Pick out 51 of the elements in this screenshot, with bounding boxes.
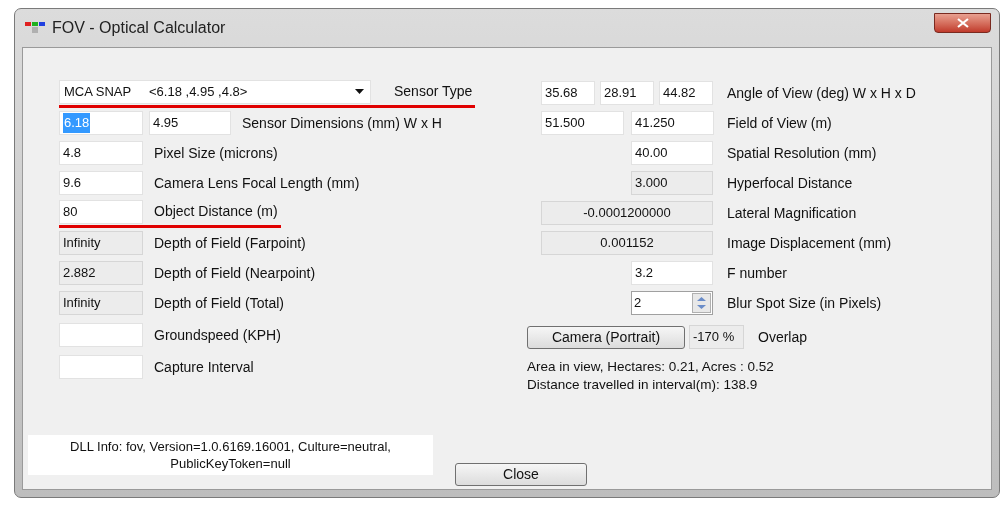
field-label: Blur Spot Size (in Pixels)	[727, 293, 882, 313]
field-label: Lateral Magnification	[727, 203, 857, 223]
camera-orientation-button[interactable]: Camera (Portrait)	[527, 325, 685, 349]
info-text: Distance travelled in interval(m): 138.9	[527, 376, 759, 394]
dll-info-text: DLL Info: fov, Version=1.0.6169.16001, Culture=neutral, PublicKeyToken=null	[28, 435, 433, 475]
info-text: Area in view, Hectares: 0.21, Acres : 0.52	[527, 358, 775, 376]
window-title: FOV - Optical Calculator	[52, 18, 226, 38]
input-field: -0.0001200000	[541, 201, 713, 225]
input-field[interactable]: 9.6	[59, 171, 143, 195]
input-field[interactable]	[59, 323, 143, 347]
field-label: Pixel Size (microns)	[154, 143, 278, 163]
field-label: Depth of Field (Nearpoint)	[154, 263, 316, 283]
input-field: Infinity	[59, 291, 143, 315]
input-field[interactable]: 35.68	[541, 81, 595, 105]
input-field[interactable]: 44.82	[659, 81, 713, 105]
field-label: Field of View (m)	[727, 113, 832, 133]
input-field[interactable]: 51.500	[541, 111, 624, 135]
close-icon[interactable]	[934, 13, 991, 33]
field-label: Depth of Field (Farpoint)	[154, 233, 306, 253]
field-label: Groundspeed (KPH)	[154, 325, 281, 345]
input-field[interactable]: 4.8	[59, 141, 143, 165]
input-field[interactable]: 3.2	[631, 261, 713, 285]
input-field: 3.000	[631, 171, 713, 195]
field-label: Image Displacement (mm)	[727, 233, 892, 253]
field-label: Camera Lens Focal Length (mm)	[154, 173, 360, 193]
field-label: Hyperfocal Distance	[727, 173, 853, 193]
close-button[interactable]: Close	[455, 463, 587, 486]
field-label: Sensor Dimensions (mm) W x H	[242, 113, 442, 133]
input-field[interactable]: 80	[59, 199, 143, 224]
input-field: Infinity	[59, 231, 143, 255]
field-label: Depth of Field (Total)	[154, 293, 284, 313]
field-label: Spatial Resolution (mm)	[727, 143, 877, 163]
field-label: Sensor Type	[394, 82, 473, 101]
dropdown-arrow-icon	[355, 89, 364, 94]
input-field: 0.001152	[541, 231, 713, 255]
field-label: Object Distance (m)	[154, 202, 278, 221]
field-label: Overlap	[758, 327, 808, 347]
app-icon	[25, 21, 45, 35]
input-field: 2.882	[59, 261, 143, 285]
field-label: F number	[727, 263, 787, 283]
input-field[interactable]	[59, 355, 143, 379]
sensor-type-dropdown[interactable]: MCA SNAP <6.18 ,4.95 ,4.8>	[59, 79, 371, 104]
input-field[interactable]: 28.91	[600, 81, 654, 105]
input-field: -170 %	[689, 325, 744, 349]
field-label: Capture Interval	[154, 357, 254, 377]
field-label: Angle of View (deg) W x H x D	[727, 83, 916, 103]
input-field[interactable]: 40.00	[631, 141, 713, 165]
input-field[interactable]: 41.250	[631, 111, 714, 135]
input-field[interactable]: 4.95	[149, 111, 231, 135]
spinner-field[interactable]: 2	[631, 291, 713, 315]
spin-arrows-icon[interactable]	[692, 293, 711, 313]
